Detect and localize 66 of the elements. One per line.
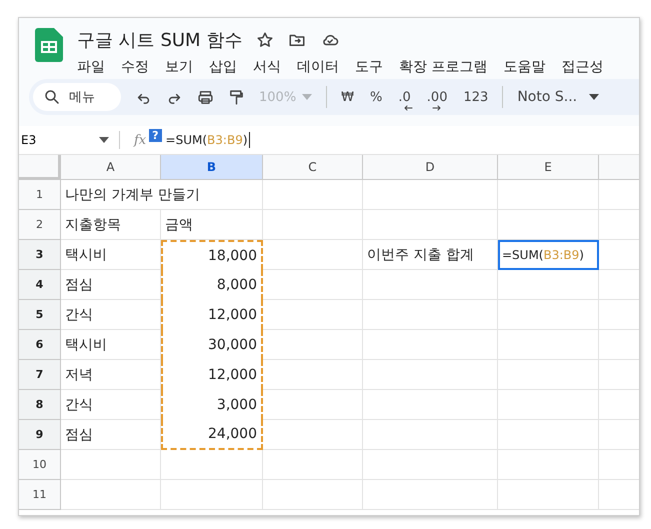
active-cell[interactable]: =SUM(B3:B9) xyxy=(498,240,599,270)
row-header[interactable]: 6 xyxy=(19,330,61,360)
table-cell: 18,000 xyxy=(161,240,263,270)
column-header[interactable]: D xyxy=(363,155,498,180)
table-cell: 간식 xyxy=(61,300,161,330)
arrow-left-icon xyxy=(402,102,414,112)
fx-label: fx xyxy=(134,132,146,148)
table-cell: 점심 xyxy=(61,420,161,450)
row-header[interactable]: 7 xyxy=(19,360,61,390)
arrow-right-icon xyxy=(430,102,443,112)
menu-item[interactable]: 보기 xyxy=(165,58,193,76)
help-badge[interactable]: ? xyxy=(149,128,162,142)
print-icon[interactable] xyxy=(197,88,214,106)
format-button[interactable]: .0 xyxy=(398,90,411,104)
column-header[interactable]: C xyxy=(263,155,363,180)
table-cell: 12,000 xyxy=(161,300,263,330)
row-header[interactable]: 5 xyxy=(19,300,61,330)
search-icon xyxy=(43,88,61,106)
table-cell: 이번주 지출 합계 xyxy=(363,240,498,270)
table-cell: 간식 xyxy=(61,390,161,420)
menu-item[interactable]: 서식 xyxy=(253,58,281,76)
menu-item[interactable]: 파일 xyxy=(77,58,105,76)
document-title[interactable]: 구글 시트 SUM 함수 xyxy=(77,28,242,52)
row-header[interactable]: 9 xyxy=(19,420,61,450)
column-header[interactable]: A xyxy=(61,155,161,180)
menu-item[interactable]: 도구 xyxy=(355,58,383,76)
menu-item[interactable]: 도움말 xyxy=(503,58,546,76)
table-cell: 금액 xyxy=(161,210,263,240)
row-header[interactable]: 8 xyxy=(19,390,61,420)
format-button[interactable]: ₩ xyxy=(341,90,354,104)
row-header[interactable]: 2 xyxy=(19,210,61,240)
menu-item[interactable]: 데이터 xyxy=(297,58,339,76)
format-button[interactable]: .00 xyxy=(426,90,448,104)
table-cell: 저녁 xyxy=(61,360,161,390)
caret-icon[interactable] xyxy=(99,137,109,143)
menu-item[interactable]: 삽입 xyxy=(209,58,237,76)
table-cell: 8,000 xyxy=(161,270,263,300)
row-header[interactable]: 11 xyxy=(19,480,61,510)
table-cell: 30,000 xyxy=(161,330,263,360)
menu-item[interactable]: 수정 xyxy=(121,58,149,76)
table-cell: 3,000 xyxy=(161,390,263,420)
name-box[interactable]: E3 xyxy=(21,133,36,147)
font-dropdown[interactable]: Noto S... xyxy=(517,89,578,105)
table-cell: 12,000 xyxy=(161,360,263,390)
table-cell: 택시비 xyxy=(61,330,161,360)
format-button[interactable]: 123 xyxy=(463,90,488,104)
menu-search-button[interactable]: 메뉴 xyxy=(33,83,121,111)
row-header[interactable]: 1 xyxy=(19,180,61,210)
table-cell: 나만의 가계부 만들기 xyxy=(61,180,263,210)
table-cell: 24,000 xyxy=(161,420,263,450)
star-icon[interactable] xyxy=(256,31,274,49)
sheets-logo[interactable] xyxy=(35,28,63,62)
menu-item[interactable]: 확장 프로그램 xyxy=(399,58,488,76)
row-header[interactable]: 4 xyxy=(19,270,61,300)
table-cell: 택시비 xyxy=(61,240,161,270)
caret-icon[interactable] xyxy=(589,94,600,100)
menu-item[interactable]: 접근성 xyxy=(561,58,604,76)
column-header[interactable]: E xyxy=(498,155,599,180)
column-header[interactable]: B xyxy=(161,155,263,180)
row-header[interactable]: 10 xyxy=(19,450,61,480)
paint-format-icon[interactable] xyxy=(228,88,245,106)
format-button[interactable]: % xyxy=(370,90,382,104)
table-cell: 지출항목 xyxy=(61,210,161,240)
row-header[interactable]: 3 xyxy=(19,240,61,270)
formula-input[interactable]: =SUM(B3:B9) xyxy=(166,133,248,147)
table-cell: 점심 xyxy=(61,270,161,300)
